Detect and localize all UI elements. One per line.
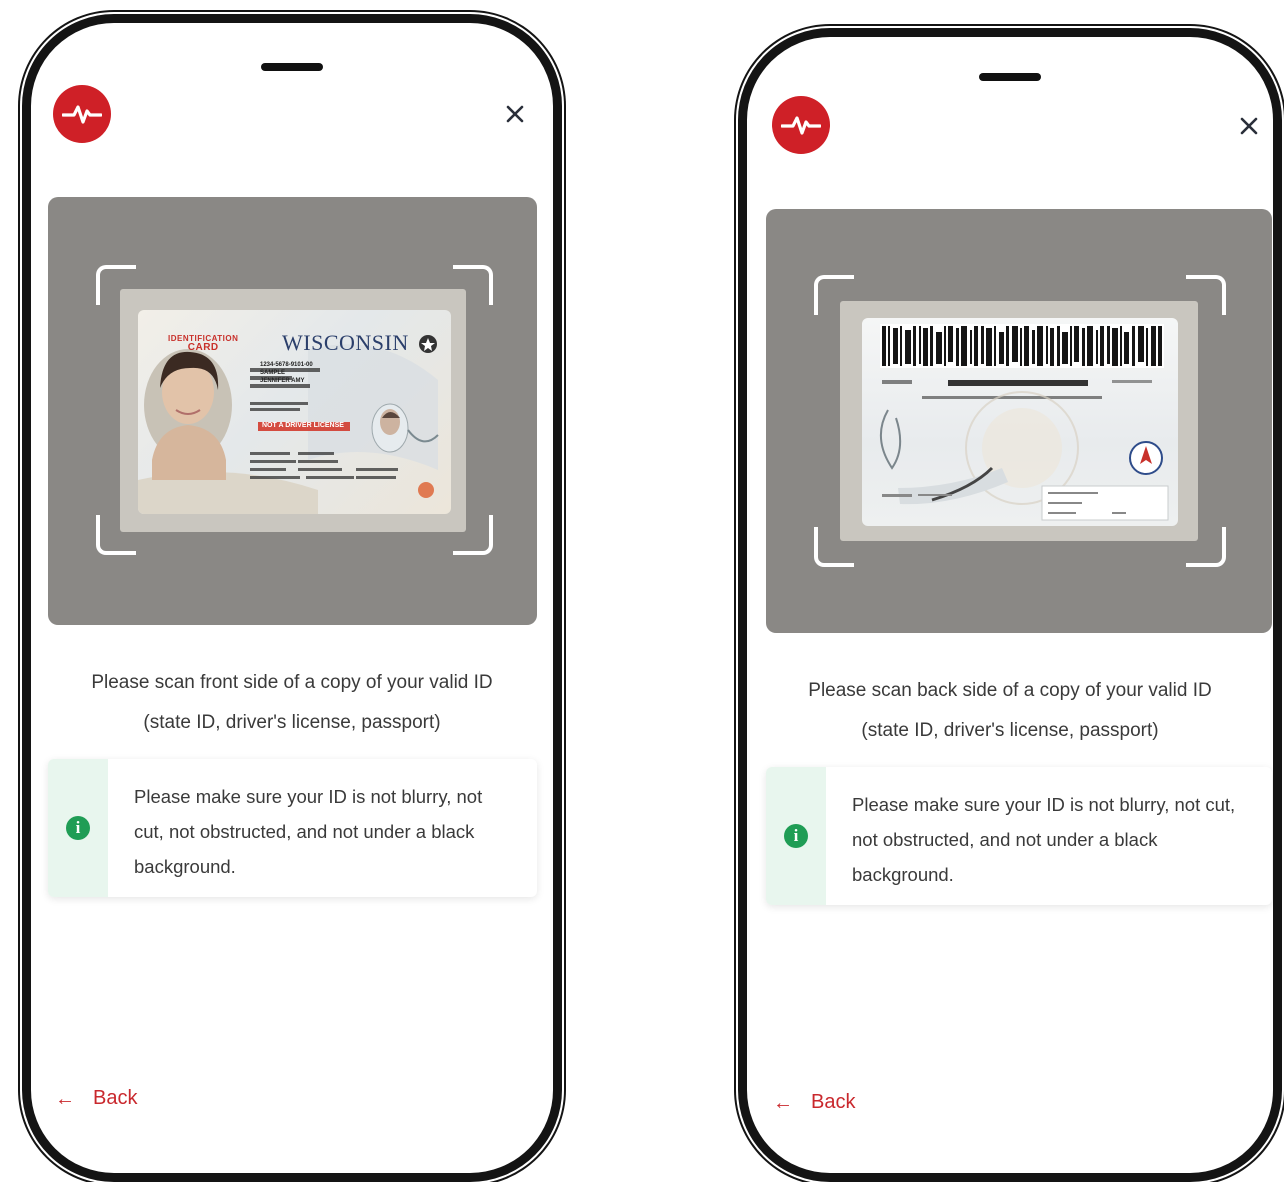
- info-icon: i: [66, 816, 90, 840]
- notice-text: Please make sure your ID is not blurry, …: [134, 786, 483, 877]
- instruction-line-1: Please scan front side of a copy of your…: [91, 672, 493, 693]
- notice-text: Please make sure your ID is not blurry, …: [852, 794, 1236, 885]
- heartbeat-icon: [62, 105, 102, 124]
- card-name-line-1: SAMPLE: [260, 370, 286, 376]
- back-button[interactable]: ← Back: [55, 1087, 137, 1110]
- back-label: Back: [811, 1091, 856, 1113]
- heartbeat-logo: [772, 96, 830, 154]
- id-scan-viewfinder: [766, 209, 1272, 633]
- card-warning-text: NOT A DRIVER LICENSE: [262, 422, 344, 429]
- close-icon: [506, 105, 524, 123]
- phone-back-scan: Please scan back side of a copy of your …: [738, 28, 1282, 1182]
- card-name-line-2: JENNIFER AMY: [260, 378, 305, 384]
- info-icon: i: [784, 824, 808, 848]
- card-header-label: IDENTIFICATION CARD: [168, 334, 239, 353]
- arrow-left-icon: ←: [55, 1087, 75, 1110]
- id-card-back-artwork: [879, 324, 1169, 521]
- instruction-line-2: (state ID, driver's license, passport): [143, 712, 441, 733]
- back-label: Back: [93, 1087, 138, 1109]
- close-button[interactable]: [498, 97, 532, 131]
- notice-icon-strip: i: [48, 759, 108, 897]
- notice-icon-strip: i: [766, 767, 826, 905]
- phone-speaker: [979, 73, 1041, 81]
- card-state-name: WISCONSIN: [282, 330, 409, 355]
- close-icon: [1240, 117, 1258, 135]
- card-id-number: 1234-5678-9101-00: [260, 362, 313, 368]
- id-scan-viewfinder: IDENTIFICATION CARD WISCONSIN 1234-5678-…: [48, 197, 537, 625]
- id-card-back: [862, 318, 1178, 526]
- heartbeat-logo: [53, 85, 111, 143]
- scan-instruction: Please scan back side of a copy of your …: [747, 671, 1273, 751]
- id-card-front: IDENTIFICATION CARD WISCONSIN 1234-5678-…: [138, 310, 451, 514]
- quality-notice: i Please make sure your ID is not blurry…: [766, 767, 1272, 905]
- heartbeat-icon: [781, 116, 821, 135]
- instruction-line-1: Please scan back side of a copy of your …: [808, 680, 1212, 701]
- quality-notice: i Please make sure your ID is not blurry…: [48, 759, 537, 897]
- arrow-left-icon: ←: [773, 1091, 793, 1114]
- scan-instruction: Please scan front side of a copy of your…: [31, 663, 553, 743]
- phone-speaker: [261, 63, 323, 71]
- close-button[interactable]: [1232, 109, 1266, 143]
- phone-front-scan: IDENTIFICATION CARD WISCONSIN 1234-5678-…: [22, 14, 562, 1182]
- back-button[interactable]: ← Back: [773, 1091, 855, 1114]
- instruction-line-2: (state ID, driver's license, passport): [861, 720, 1159, 741]
